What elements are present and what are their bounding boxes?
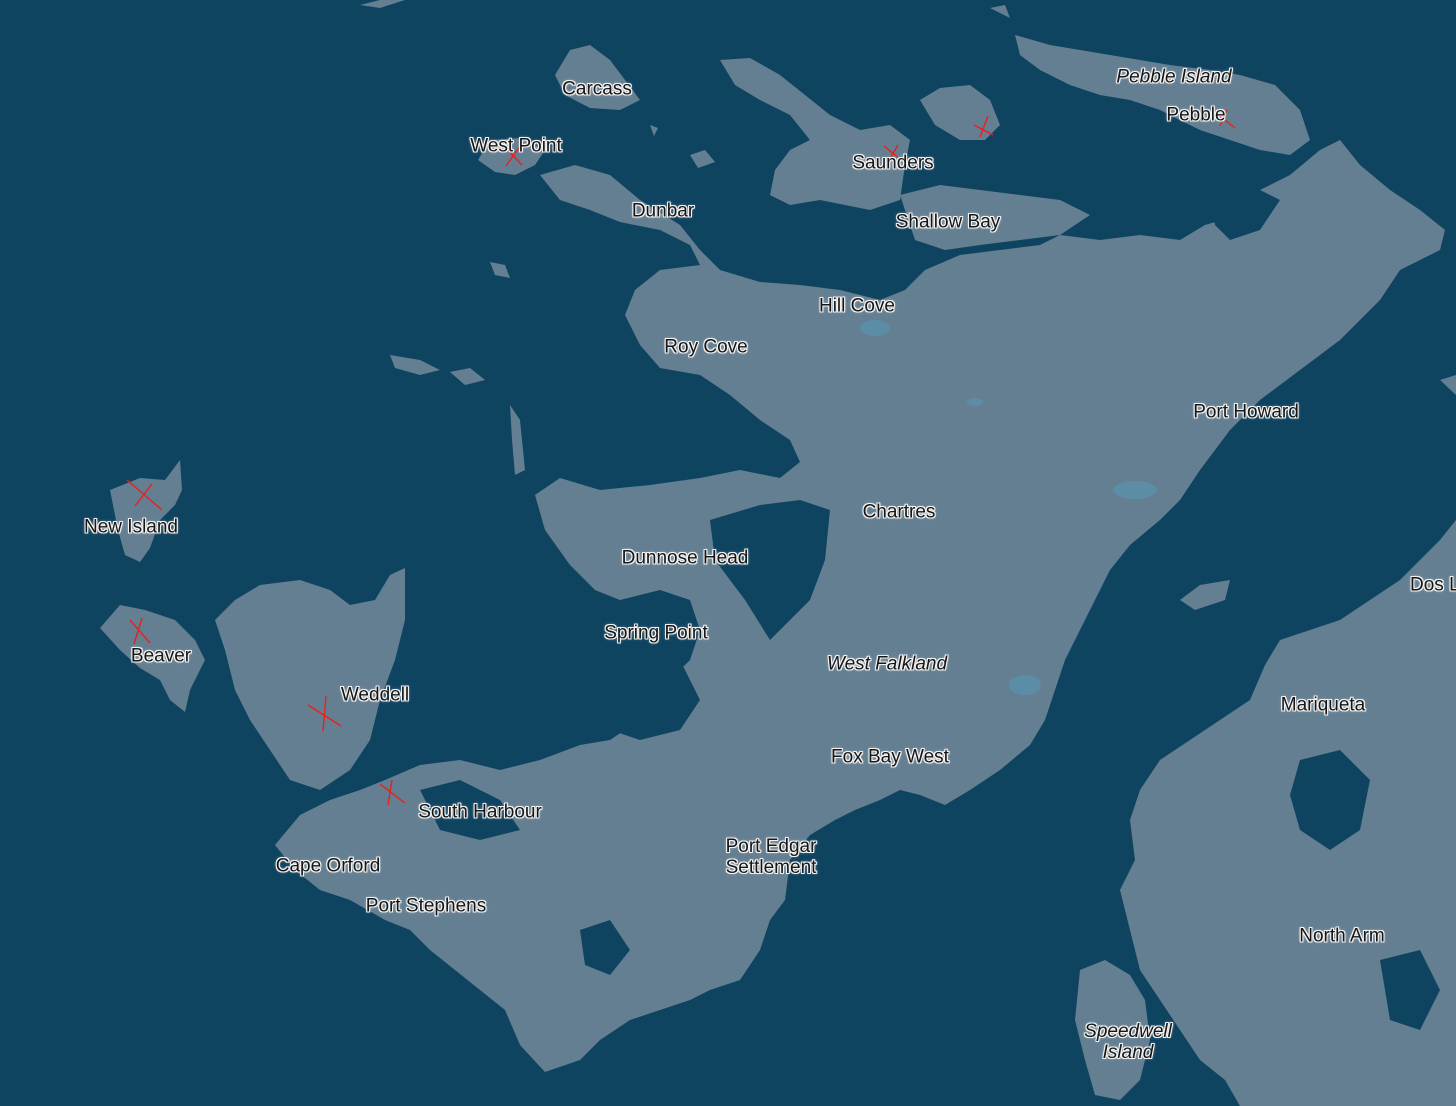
label-dunnose-head[interactable]: Dunnose Head — [622, 548, 749, 569]
label-pebble[interactable]: Pebble — [1166, 105, 1225, 126]
label-speedwell-line2: Island — [1102, 1042, 1154, 1063]
label-west-falkland[interactable]: West Falkland — [827, 654, 947, 675]
lake — [967, 398, 983, 406]
label-dunbar[interactable]: Dunbar — [632, 201, 694, 222]
label-roy-cove[interactable]: Roy Cove — [664, 337, 747, 358]
label-port-edgar-settlement[interactable]: Port Edgar Settlement — [726, 836, 817, 878]
label-beaver[interactable]: Beaver — [131, 646, 191, 667]
label-port-howard[interactable]: Port Howard — [1193, 402, 1299, 423]
lake — [1009, 675, 1041, 695]
label-new-island[interactable]: New Island — [84, 517, 178, 538]
label-hill-cove[interactable]: Hill Cove — [819, 296, 895, 317]
label-pebble-island[interactable]: Pebble Island — [1116, 67, 1231, 88]
map-canvas[interactable]: Carcass West Point Dunbar Saunders Shall… — [0, 0, 1456, 1106]
label-shallow-bay[interactable]: Shallow Bay — [896, 212, 1001, 233]
label-south-harbour[interactable]: South Harbour — [418, 802, 542, 823]
lake — [1113, 481, 1157, 499]
label-speedwell-line1: Speedwell — [1084, 1021, 1172, 1042]
label-port-edgar-line2: Settlement — [725, 857, 817, 878]
label-dos-lomas[interactable]: Dos Loma — [1410, 575, 1456, 596]
label-spring-point[interactable]: Spring Point — [604, 623, 708, 644]
label-port-edgar-line1: Port Edgar — [725, 836, 817, 857]
label-fox-bay-west[interactable]: Fox Bay West — [831, 747, 949, 768]
label-north-arm[interactable]: North Arm — [1299, 926, 1385, 947]
label-carcass[interactable]: Carcass — [562, 79, 632, 100]
label-west-point[interactable]: West Point — [470, 136, 562, 157]
label-chartres[interactable]: Chartres — [863, 502, 936, 523]
label-saunders[interactable]: Saunders — [852, 153, 933, 174]
label-speedwell-island[interactable]: Speedwell Island — [1084, 1021, 1172, 1063]
lake — [860, 320, 890, 336]
label-mariqueta[interactable]: Mariqueta — [1281, 695, 1366, 716]
label-weddell[interactable]: Weddell — [341, 685, 409, 706]
label-cape-orford[interactable]: Cape Orford — [276, 856, 381, 877]
label-port-stephens[interactable]: Port Stephens — [366, 896, 486, 917]
